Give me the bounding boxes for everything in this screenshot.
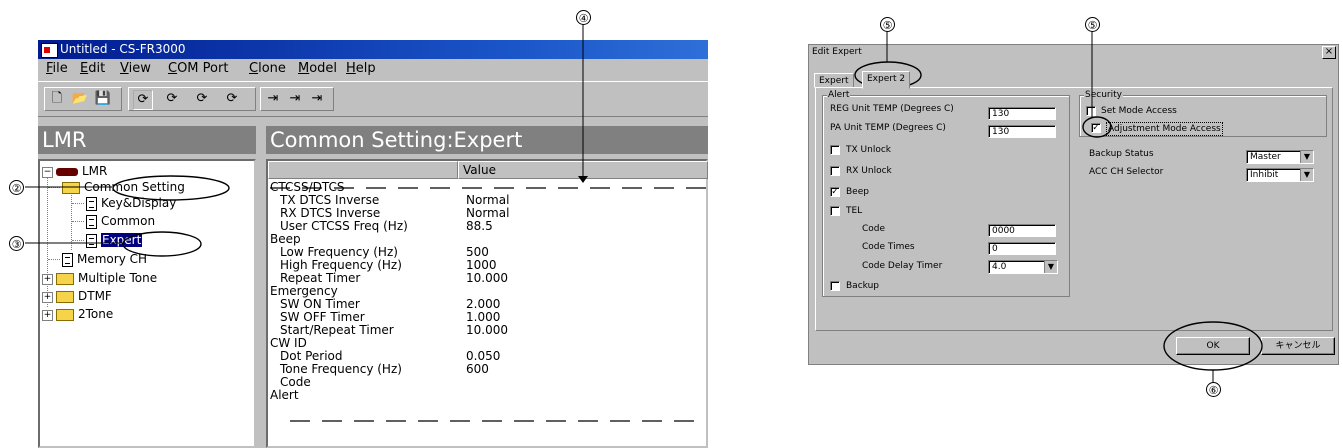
annotation-layer: [25, 23, 1263, 422]
callout-6: ⑥: [1206, 382, 1221, 397]
callout-5a: ⑤: [880, 17, 895, 32]
callout-5b: ⑤: [1085, 17, 1100, 32]
callout-4: ④: [576, 10, 591, 25]
tab-expert-2[interactable]: Expert 2: [862, 71, 911, 89]
callout-2: ②: [9, 180, 24, 195]
callout-3: ③: [9, 236, 24, 251]
